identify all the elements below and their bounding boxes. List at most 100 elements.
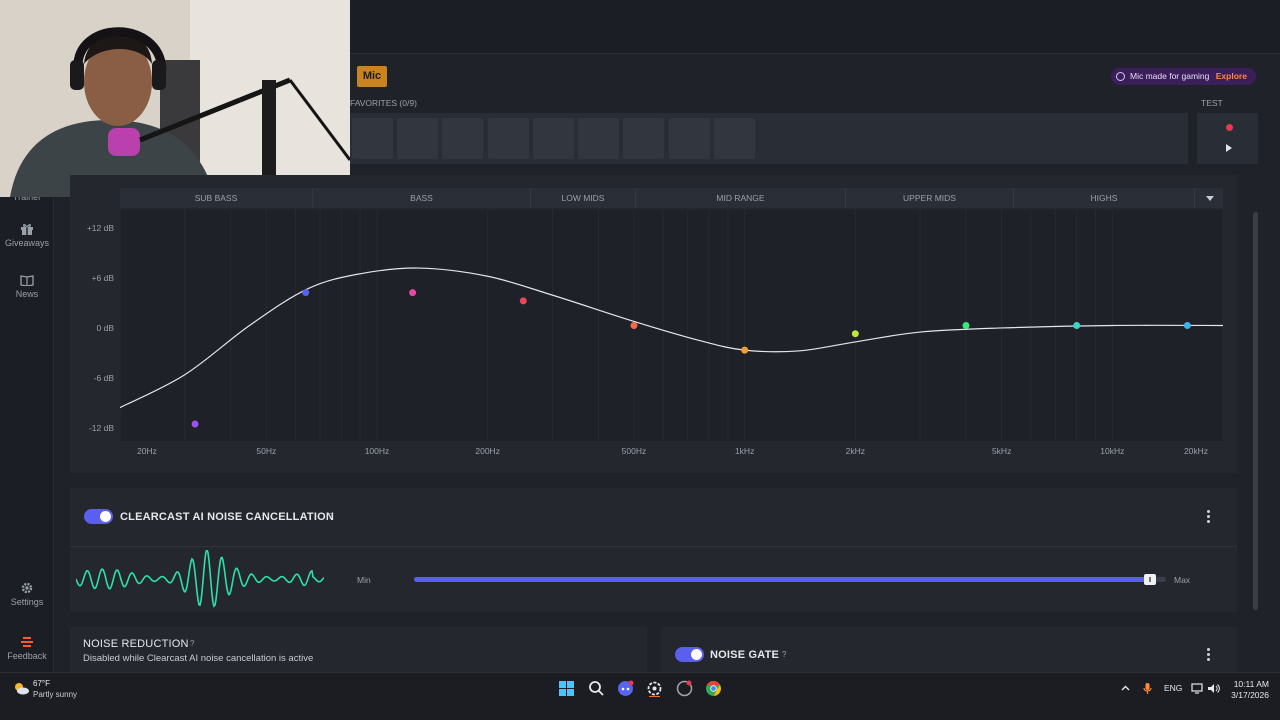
favorite-slot[interactable]	[397, 118, 438, 159]
divider	[70, 546, 1237, 547]
weather-temperature: 67°F	[33, 679, 50, 688]
play-icon[interactable]	[1226, 144, 1232, 152]
test-label: TEST	[1201, 98, 1223, 108]
y-tick-label: +12 dB	[86, 223, 114, 233]
clearcast-slider-track[interactable]	[414, 577, 1166, 582]
discord-icon[interactable]	[617, 680, 634, 697]
eq-control-point[interactable]	[741, 346, 749, 354]
promo-banner[interactable]: Mic made for gaming Explore	[1111, 68, 1256, 85]
search-icon[interactable]	[588, 680, 605, 697]
app-icon[interactable]	[676, 680, 693, 697]
x-tick-label: 20kHz	[1183, 446, 1209, 456]
language-indicator[interactable]: ENG	[1164, 683, 1182, 693]
help-icon[interactable]: ?	[328, 512, 332, 521]
band-upper-mids[interactable]: UPPER MIDS	[846, 188, 1014, 208]
record-icon[interactable]	[1226, 124, 1233, 131]
eq-control-point[interactable]	[630, 322, 638, 329]
noise-reduction-title: NOISE REDUCTION	[83, 638, 189, 650]
chevron-down-icon[interactable]	[1206, 196, 1214, 201]
clock-time[interactable]: 10:11 AM	[1229, 679, 1269, 689]
band-sub-bass[interactable]: SUB BASS	[120, 188, 313, 208]
band-mid-range[interactable]: MID RANGE	[636, 188, 846, 208]
speaker-icon[interactable]	[1207, 683, 1220, 694]
slider-min-label: Min	[357, 575, 371, 585]
nav-item-settings-label: Settings	[10, 597, 44, 607]
weather-description: Partly sunny	[33, 690, 78, 699]
eq-control-point[interactable]	[302, 289, 310, 297]
favorite-slot[interactable]	[488, 118, 529, 159]
waveform-visualizer	[76, 550, 324, 608]
x-tick-label: 500Hz	[621, 446, 647, 456]
scrollbar[interactable]	[1253, 212, 1258, 610]
favorite-slot[interactable]	[533, 118, 574, 159]
eq-graph[interactable]	[120, 210, 1223, 441]
favorite-slot[interactable]	[714, 118, 755, 159]
noise-reduction-description: Disabled while Clearcast AI noise cancel…	[83, 653, 314, 664]
y-tick-label: 0 dB	[96, 323, 115, 333]
eq-control-point[interactable]	[1073, 322, 1081, 329]
slider-max-label: Max	[1174, 575, 1191, 585]
waveform-line	[76, 550, 324, 608]
favorite-slot[interactable]	[442, 118, 483, 159]
clearcast-slider-thumb[interactable]	[1144, 574, 1156, 585]
eq-control-point[interactable]	[409, 289, 417, 297]
explore-link[interactable]: Explore	[1216, 71, 1247, 81]
noise-gate-toggle[interactable]	[675, 647, 704, 662]
favorite-slot[interactable]	[623, 118, 664, 159]
favorite-slot[interactable]	[578, 118, 619, 159]
eq-control-point[interactable]	[1183, 322, 1191, 329]
help-icon[interactable]: ?	[782, 650, 786, 659]
x-tick-label: 20Hz	[137, 446, 157, 456]
x-tick-label: 5kHz	[991, 446, 1012, 456]
favorite-slot[interactable]	[352, 118, 393, 159]
chevron-up-icon[interactable]	[1120, 683, 1131, 694]
mic-tab[interactable]: Mic	[357, 66, 387, 87]
webcam-video-frame	[0, 0, 350, 197]
taskbar	[0, 672, 1280, 720]
promo-text: Mic made for gaming	[1130, 71, 1210, 81]
microphone-icon[interactable]	[1142, 682, 1153, 695]
y-tick-label: +6 dB	[91, 273, 114, 283]
webcam-overlay	[0, 0, 350, 197]
chrome-icon[interactable]	[705, 680, 722, 697]
clock-date[interactable]: 3/17/2026	[1227, 690, 1269, 700]
eq-control-point[interactable]	[519, 297, 527, 305]
windows-start-icon[interactable]	[558, 680, 575, 697]
nav-item-giveaways[interactable]: Giveaways	[0, 223, 54, 248]
band-low-mids[interactable]: LOW MIDS	[531, 188, 636, 208]
weather-partly-sunny-icon[interactable]	[13, 681, 29, 695]
display-icon[interactable]	[1191, 683, 1203, 694]
eq-response-curve	[120, 267, 1223, 409]
clearcast-toggle[interactable]	[84, 509, 113, 524]
favorite-slot[interactable]	[669, 118, 710, 159]
favorites-label: FAVORITES (0/9)	[350, 98, 417, 108]
test-panel	[1197, 113, 1258, 164]
noise-gate-menu-icon[interactable]	[1207, 648, 1211, 662]
nav-item-news-label: News	[15, 289, 39, 299]
eq-control-point[interactable]	[191, 420, 199, 428]
favorites-bar	[350, 113, 1188, 164]
x-tick-label: 200Hz	[475, 446, 500, 456]
help-icon[interactable]: ?	[190, 639, 194, 648]
eq-band-header: SUB BASS BASS LOW MIDS MID RANGE UPPER M…	[120, 188, 1223, 208]
nav-item-feedback[interactable]: Feedback	[0, 636, 54, 661]
y-tick-label: -6 dB	[93, 373, 114, 383]
nav-item-news[interactable]: News	[0, 274, 54, 299]
nav-item-settings[interactable]: Settings	[0, 582, 54, 607]
gift-icon	[21, 224, 33, 235]
news-icon	[20, 275, 34, 286]
clearcast-slider-fill	[414, 577, 1151, 582]
eq-control-point[interactable]	[962, 322, 970, 329]
steelseries-gg-icon[interactable]	[646, 680, 663, 697]
clearcast-menu-icon[interactable]	[1207, 510, 1211, 524]
band-bass[interactable]: BASS	[313, 188, 531, 208]
feedback-icon	[21, 637, 33, 647]
eq-control-point[interactable]	[851, 330, 859, 338]
x-tick-label: 50Hz	[256, 446, 277, 456]
noise-gate-title: NOISE GATE	[710, 649, 780, 661]
y-tick-label: -12 dB	[88, 423, 114, 433]
x-tick-label: 1kHz	[734, 446, 755, 456]
x-tick-label: 10kHz	[1100, 446, 1125, 456]
band-highs[interactable]: HIGHS	[1014, 188, 1195, 208]
steelseries-logo-icon	[1116, 72, 1125, 81]
